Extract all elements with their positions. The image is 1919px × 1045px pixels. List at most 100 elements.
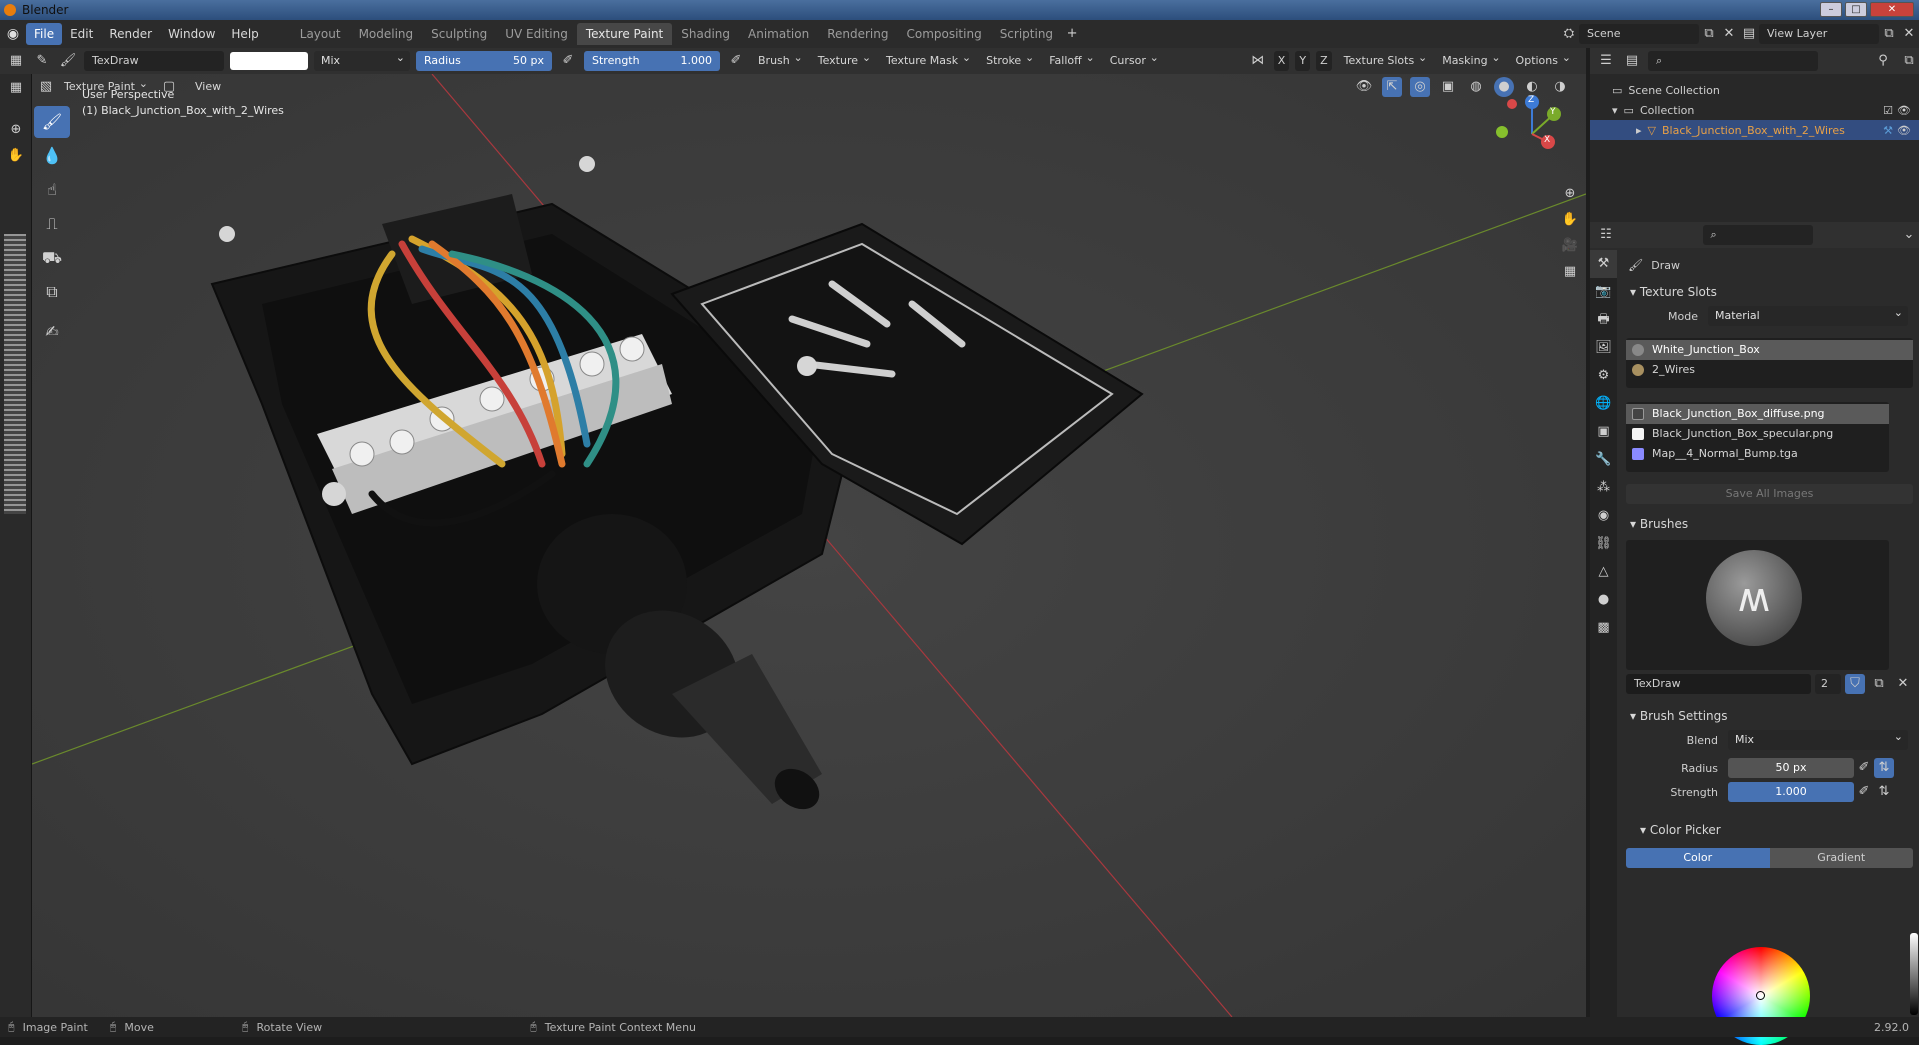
output-tab-icon[interactable]: 🖶 <box>1590 306 1617 334</box>
remove-scene-icon[interactable]: ✕ <box>1719 24 1739 44</box>
fake-user-shield-icon[interactable]: ⛉ <box>1845 674 1865 694</box>
physics-tab-icon[interactable]: ◉ <box>1590 502 1617 530</box>
stroke-menu[interactable]: Stroke <box>980 48 1037 71</box>
strength-pressure-icon[interactable]: ✐ <box>1854 782 1874 802</box>
image-editor-icon[interactable]: ▦ <box>6 78 26 98</box>
new-collection-icon[interactable]: ⧉ <box>1899 51 1919 71</box>
material-shading-icon[interactable]: ◐ <box>1522 77 1542 97</box>
scene-icon[interactable]: ⛭ <box>1559 24 1579 44</box>
texture-menu[interactable]: Texture <box>812 48 874 71</box>
scene-tab-icon[interactable]: ⚙ <box>1590 362 1617 390</box>
zoom-icon[interactable]: ⊕ <box>6 120 26 140</box>
mask-tool-icon[interactable]: ⧉ <box>34 276 70 308</box>
image-slot-list[interactable]: Black_Junction_Box_diffuse.png Black_Jun… <box>1626 402 1889 472</box>
radius-pressure-icon[interactable]: ✐ <box>558 51 578 71</box>
tab-rendering[interactable]: Rendering <box>818 23 897 45</box>
pan-view-icon[interactable]: ✋ <box>1560 210 1580 230</box>
tab-shading[interactable]: Shading <box>672 23 739 45</box>
brush-radius-slider[interactable]: 50 px <box>1728 758 1854 778</box>
exclude-checkbox-icon[interactable]: ☑ <box>1883 104 1893 117</box>
menu-edit[interactable]: Edit <box>62 23 101 45</box>
brushes-panel-header[interactable]: ▾ Brushes <box>1620 512 1919 536</box>
list-item[interactable]: 2_Wires <box>1626 360 1913 380</box>
list-item[interactable]: Black_Junction_Box_specular.png <box>1626 424 1889 444</box>
brush-users-count[interactable]: 2 <box>1815 674 1841 694</box>
xray-icon[interactable]: ▣ <box>1438 77 1458 97</box>
mode-dropdown[interactable]: Texture Paint <box>64 74 151 97</box>
mirror-x-toggle[interactable]: X <box>1273 51 1290 71</box>
unlink-brush-icon[interactable]: ✕ <box>1893 674 1913 694</box>
draw-tool-icon[interactable]: 🖌 <box>34 106 70 138</box>
properties-search-input[interactable]: ⌕ <box>1702 225 1813 245</box>
outliner-search-input[interactable]: ⌕ <box>1648 51 1818 71</box>
solid-shading-icon[interactable]: ● <box>1494 77 1514 97</box>
strength-slider[interactable]: Strength 1.000 <box>584 51 720 71</box>
list-item[interactable]: Black_Junction_Box_diffuse.png <box>1626 404 1889 424</box>
overlay-toggle-icon[interactable]: ◎ <box>1410 77 1430 97</box>
material-slot-list[interactable]: White_Junction_Box 2_Wires <box>1626 338 1913 388</box>
radius-slider[interactable]: Radius 50 px <box>416 51 552 71</box>
options-menu[interactable]: Options <box>1510 48 1574 71</box>
tab-scripting[interactable]: Scripting <box>991 23 1062 45</box>
mirror-y-toggle[interactable]: Y <box>1295 51 1311 71</box>
brush-icon[interactable]: 🖌 <box>58 51 78 71</box>
wireframe-shading-icon[interactable]: ◍ <box>1466 77 1486 97</box>
material-tab-icon[interactable]: ● <box>1590 586 1617 614</box>
color-picker-panel-header[interactable]: ▾ Color Picker <box>1620 818 1919 842</box>
particles-tab-icon[interactable]: ⁂ <box>1590 474 1617 502</box>
radius-pressure-icon[interactable]: ✐ <box>1854 758 1874 778</box>
filter-icon[interactable]: ⚲ <box>1873 51 1893 71</box>
view-layer-icon[interactable]: ▤ <box>1739 24 1759 44</box>
soften-tool-icon[interactable]: 💧 <box>34 140 70 172</box>
value-slider[interactable] <box>1910 933 1918 1015</box>
mirror-icon[interactable]: ⋈ <box>1248 51 1268 71</box>
save-all-images-button[interactable]: Save All Images <box>1626 484 1913 504</box>
remove-view-layer-icon[interactable]: ✕ <box>1899 24 1919 44</box>
visibility-icon[interactable]: 👁 <box>1354 77 1374 97</box>
properties-editor-icon[interactable]: ☷ <box>1596 225 1616 245</box>
maximize-button[interactable]: □ <box>1845 2 1867 17</box>
brush-menu[interactable]: Brush <box>752 48 806 71</box>
view-layer-selector[interactable]: View Layer <box>1759 24 1879 44</box>
texture-slots-panel-header[interactable]: ▾ Texture Slots <box>1620 280 1919 304</box>
camera-view-icon[interactable]: 🎥 <box>1560 236 1580 256</box>
blender-menu-icon[interactable]: ◉ <box>0 26 26 42</box>
texture-slots-menu[interactable]: Texture Slots <box>1338 48 1431 71</box>
brush-blend-dropdown[interactable]: Mix <box>1728 727 1908 750</box>
tab-uv-editing[interactable]: UV Editing <box>496 23 577 45</box>
eye-icon[interactable]: 👁 <box>1897 124 1911 137</box>
world-tab-icon[interactable]: 🌐 <box>1590 390 1617 418</box>
texture-tab-icon[interactable]: ▩ <box>1590 614 1617 642</box>
brush-preview-box[interactable]: ʍ <box>1626 540 1889 670</box>
minimize-button[interactable]: – <box>1820 2 1842 17</box>
tab-color[interactable]: Color <box>1626 848 1770 868</box>
eye-icon[interactable]: 👁 <box>1897 104 1911 117</box>
tab-texture-paint[interactable]: Texture Paint <box>576 23 673 45</box>
list-item[interactable]: White_Junction_Box <box>1626 340 1913 360</box>
3d-viewport[interactable]: User Perspective (1) Black_Junction_Box_… <box>32 74 1586 1017</box>
render-tab-icon[interactable]: 📷 <box>1590 278 1617 306</box>
falloff-menu[interactable]: Falloff <box>1043 48 1097 71</box>
brush-color-swatch[interactable] <box>230 52 308 70</box>
gizmo-toggle-icon[interactable]: ⇱ <box>1382 77 1402 97</box>
tool-tab-icon[interactable]: ⚒ <box>1590 250 1617 278</box>
smear-tool-icon[interactable]: ☝ <box>34 174 70 206</box>
view-layer-tab-icon[interactable]: 🖼 <box>1590 334 1617 362</box>
radius-unit-icon[interactable]: ⇅ <box>1874 758 1894 778</box>
outliner-scene-collection[interactable]: ▭ Scene Collection <box>1590 80 1919 100</box>
menu-file[interactable]: File <box>26 23 63 45</box>
scene-selector[interactable]: Scene <box>1579 24 1699 44</box>
tab-sculpting[interactable]: Sculpting <box>422 23 496 45</box>
editor-type-icon[interactable]: ▦ <box>6 51 26 71</box>
add-workspace-icon[interactable]: + <box>1062 24 1082 44</box>
brush-datablock-name[interactable]: TexDraw <box>1626 674 1811 694</box>
menu-window[interactable]: Window <box>160 23 223 45</box>
object-tab-icon[interactable]: ▣ <box>1590 418 1617 446</box>
tab-gradient[interactable]: Gradient <box>1769 848 1913 868</box>
outliner-editor-icon[interactable]: ☰ <box>1596 51 1616 71</box>
navigation-gizmo[interactable]: Z Y X <box>1492 94 1572 174</box>
duplicate-brush-icon[interactable]: ⧉ <box>1869 674 1889 694</box>
ortho-grid-icon[interactable]: ▦ <box>1560 262 1580 282</box>
texture-mask-menu[interactable]: Texture Mask <box>880 48 974 71</box>
tab-animation[interactable]: Animation <box>739 23 818 45</box>
